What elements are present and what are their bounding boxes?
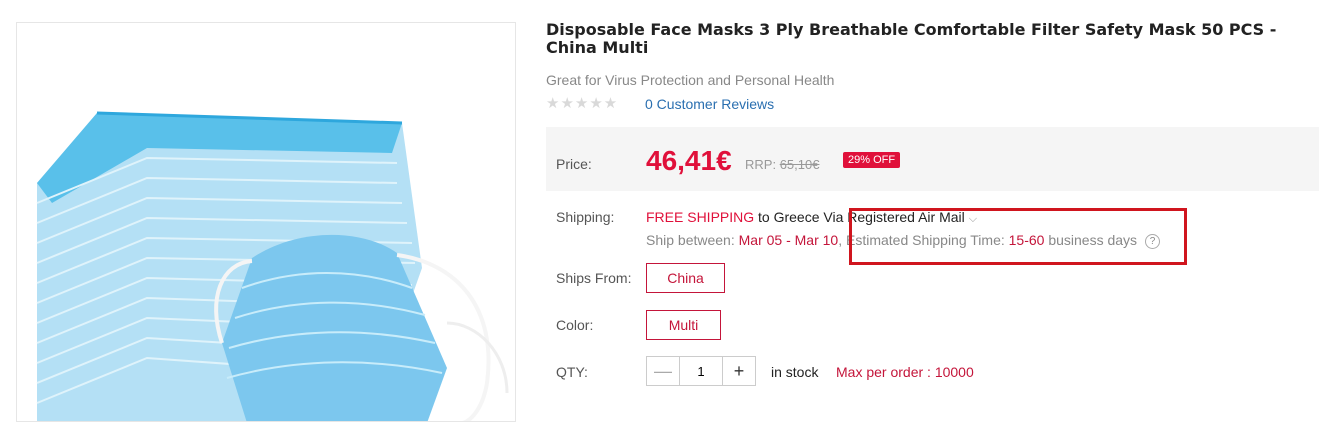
ships-from-label: Ships From: xyxy=(556,270,632,286)
face-mask-stack-image xyxy=(36,111,509,421)
product-image[interactable] xyxy=(16,22,516,422)
rrp-label: RRP: xyxy=(745,157,777,172)
quantity-stepper: — + xyxy=(646,356,756,386)
color-label: Color: xyxy=(556,317,594,333)
qty-decrease-button[interactable]: — xyxy=(647,357,680,385)
current-price: 46,41€ xyxy=(646,145,732,176)
ships-from-option-china[interactable]: China xyxy=(646,263,725,293)
qty-label: QTY: xyxy=(556,364,588,380)
annotation-highlight-box xyxy=(849,208,1187,265)
customer-reviews-link[interactable]: 0 Customer Reviews xyxy=(645,96,774,112)
max-per-order: Max per order : 10000 xyxy=(836,364,974,380)
product-subtitle: Great for Virus Protection and Personal … xyxy=(546,72,835,88)
price-panel: Price: 46,41€ RRP: 65,10€ 29% OFF xyxy=(546,127,1319,191)
stock-status: in stock xyxy=(771,364,819,380)
ship-between-dates: Mar 05 - Mar 10 xyxy=(738,232,839,248)
discount-badge: 29% OFF xyxy=(843,152,901,168)
price-label: Price: xyxy=(556,156,592,172)
free-shipping-text: FREE SHIPPING xyxy=(646,209,755,225)
shipping-label: Shipping: xyxy=(556,209,615,225)
rrp: RRP: 65,10€ xyxy=(745,157,819,172)
ship-between-label: Ship between: xyxy=(646,232,739,248)
color-option-multi[interactable]: Multi xyxy=(646,310,721,340)
rating-stars[interactable]: ★★★★★ xyxy=(546,94,618,112)
qty-increase-button[interactable]: + xyxy=(722,357,755,385)
product-title: Disposable Face Masks 3 Ply Breathable C… xyxy=(546,20,1277,57)
rrp-value: 65,10€ xyxy=(779,157,820,172)
qty-input[interactable] xyxy=(680,357,722,385)
